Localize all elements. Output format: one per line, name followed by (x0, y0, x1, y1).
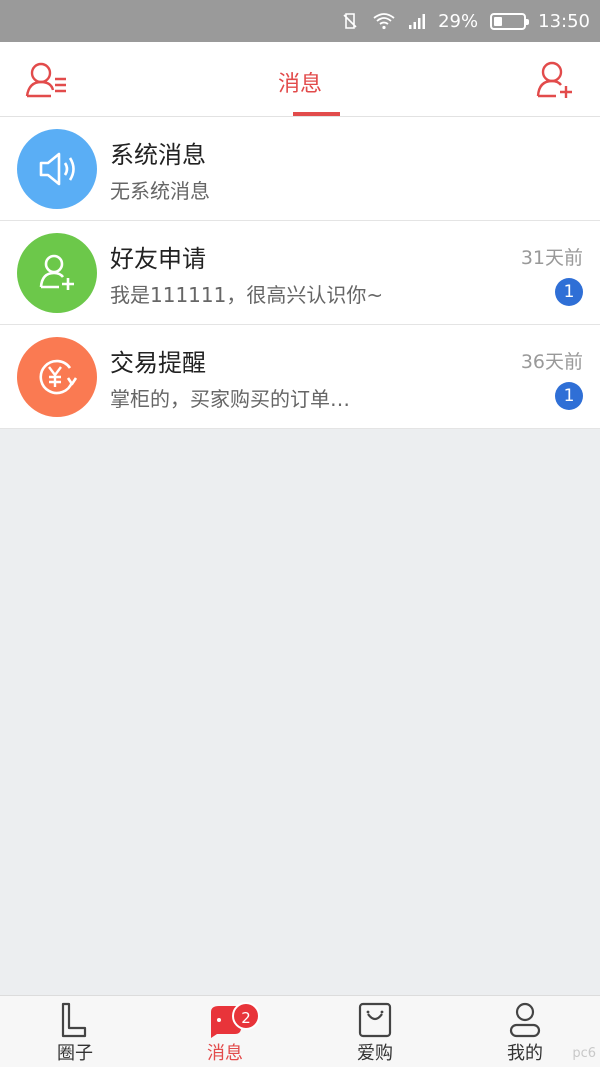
message-preview: 无系统消息 (110, 179, 210, 203)
app-header: 消息 (0, 42, 600, 117)
add-user-icon (17, 233, 97, 313)
nav-tab-circle[interactable]: 圈子 (0, 996, 150, 1067)
message-row-trade[interactable]: 交易提醒 掌柜的，买家购买的订单… 36天前 1 (0, 325, 600, 429)
message-time: 36天前 (520, 351, 583, 373)
message-title: 交易提醒 (110, 349, 206, 377)
message-row-system[interactable]: 系统消息 无系统消息 (0, 117, 600, 221)
clock: 13:50 (538, 10, 590, 32)
message-title: 好友申请 (110, 245, 206, 273)
status-bar: 29% 13:50 (0, 0, 600, 42)
battery-icon (490, 12, 530, 30)
nav-unread-badge: 2 (232, 1002, 260, 1030)
message-time: 31天前 (520, 247, 583, 269)
yuan-refresh-icon (17, 337, 97, 417)
unread-badge: 1 (555, 278, 583, 306)
message-preview: 我是111111，很高兴认识你~ (110, 283, 384, 307)
message-preview: 掌柜的，买家购买的订单… (110, 387, 350, 411)
add-friend-icon[interactable] (528, 60, 576, 100)
wifi-icon (372, 11, 396, 31)
nav-label: 圈子 (57, 1043, 93, 1064)
tab-indicator (293, 112, 340, 116)
message-title: 系统消息 (110, 141, 206, 169)
vibrate-off-icon (340, 11, 360, 31)
message-list: 系统消息 无系统消息 好友申请 我是111111，很高兴认识你~ 31天前 1 … (0, 117, 600, 429)
unread-badge: 1 (555, 382, 583, 410)
nav-tab-shop[interactable]: 爱购 (300, 996, 450, 1067)
message-row-friend-request[interactable]: 好友申请 我是111111，很高兴认识你~ 31天前 1 (0, 221, 600, 325)
page-title[interactable]: 消息 (0, 66, 600, 98)
battery-percent: 29% (438, 10, 479, 32)
signal-icon (408, 12, 426, 30)
speaker-icon (17, 129, 97, 209)
nav-tab-messages[interactable]: 2 消息 (150, 996, 300, 1067)
bottom-nav: 圈子 2 消息 爱购 我的 pc6 (0, 995, 600, 1067)
shopping-bag-icon (355, 1000, 395, 1040)
nav-label: 爱购 (357, 1043, 393, 1064)
person-icon (505, 1000, 545, 1040)
nav-label: 消息 (207, 1043, 243, 1064)
watermark-logo: pc6 (572, 1046, 596, 1061)
circle-l-icon (55, 1000, 95, 1040)
